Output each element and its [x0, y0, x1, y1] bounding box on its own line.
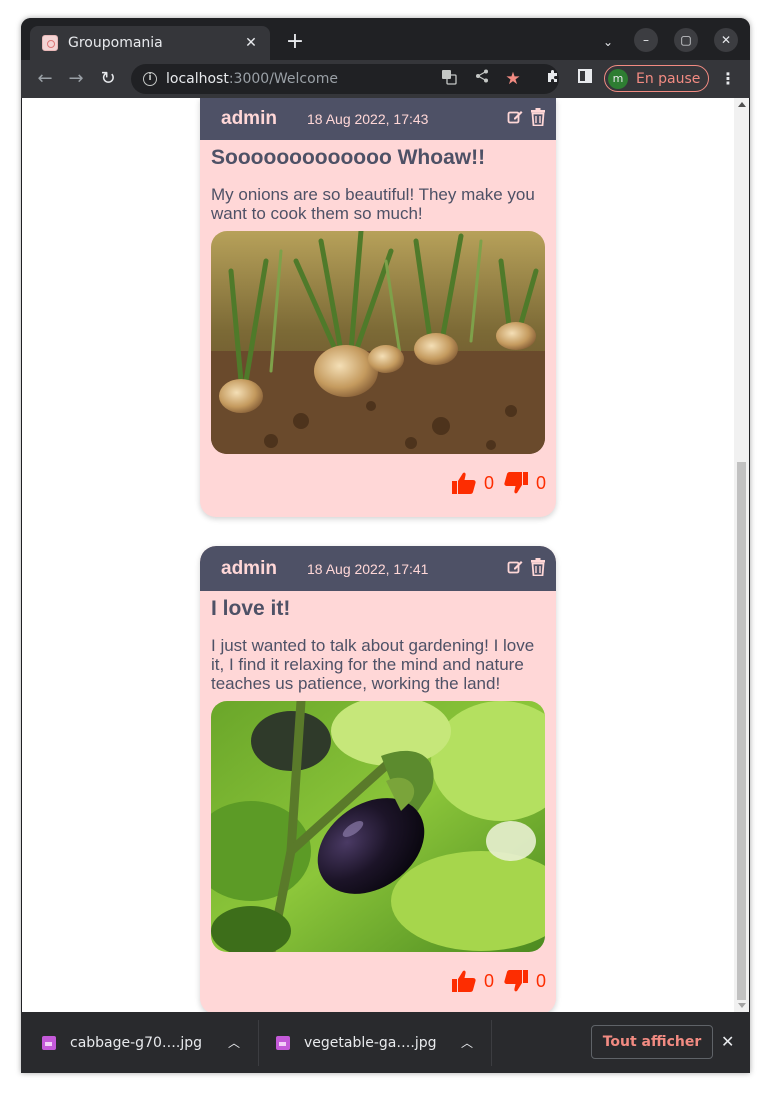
- post-body: My onions are so beautiful! They make yo…: [211, 185, 535, 223]
- back-button[interactable]: ←: [33, 67, 57, 91]
- bookmark-star-icon[interactable]: ★: [503, 69, 523, 89]
- like-button[interactable]: 0: [451, 472, 494, 494]
- url-path: :3000/Welcome: [228, 71, 338, 87]
- post-card: admin 18 Aug 2022, 17:43 Sooooooooooooo …: [200, 98, 556, 517]
- close-download-bar-icon[interactable]: ✕: [721, 1032, 734, 1051]
- post-author: admin: [221, 557, 277, 579]
- profile-status-label: En pause: [636, 70, 701, 87]
- chevron-up-icon[interactable]: ︿: [228, 1034, 240, 1051]
- like-count: 0: [483, 970, 494, 991]
- delete-icon[interactable]: [530, 108, 546, 130]
- thumbs-down-icon: [504, 472, 528, 494]
- download-item[interactable]: cabbage-g70….jpg: [42, 1012, 202, 1073]
- scrollbar-thumb[interactable]: [737, 462, 746, 1000]
- post-card: admin 18 Aug 2022, 17:41 I love it! I ju…: [200, 546, 556, 1012]
- dislike-button[interactable]: 0: [504, 970, 546, 992]
- download-item[interactable]: vegetable-ga….jpg: [276, 1012, 437, 1073]
- thumbs-up-icon: [451, 472, 476, 494]
- post-image: [211, 231, 545, 454]
- post-header: admin 18 Aug 2022, 17:41: [200, 546, 556, 591]
- post-title: I love it!: [211, 597, 291, 620]
- like-button[interactable]: 0: [451, 970, 494, 992]
- image-file-icon: [276, 1035, 290, 1050]
- scroll-up-arrow-icon[interactable]: [738, 102, 746, 107]
- chevron-up-icon[interactable]: ︿: [461, 1034, 473, 1051]
- extensions-puzzle-icon[interactable]: [543, 69, 563, 89]
- image-file-icon: [42, 1035, 56, 1050]
- browser-window: Groupomania ✕ + ⌄ – ▢ ✕ ← → ↻ i localhos…: [21, 18, 750, 1073]
- tab-strip: Groupomania ✕ + ⌄ – ▢ ✕: [21, 18, 750, 60]
- tab-title: Groupomania: [68, 35, 163, 51]
- browser-menu-icon[interactable]: ⋮: [718, 69, 738, 89]
- minimize-button[interactable]: –: [634, 28, 658, 52]
- delete-icon[interactable]: [530, 557, 546, 580]
- post-image: [211, 701, 545, 952]
- browser-toolbar: ← → ↻ i localhost:3000/Welcome ★ m En pa…: [21, 60, 750, 98]
- url-host: localhost: [166, 71, 229, 87]
- reload-button[interactable]: ↻: [96, 67, 120, 91]
- post-header: admin 18 Aug 2022, 17:43: [200, 98, 556, 140]
- scroll-down-arrow-icon[interactable]: [738, 1003, 746, 1008]
- edit-icon[interactable]: [507, 559, 523, 579]
- divider: [258, 1020, 259, 1066]
- new-tab-button[interactable]: +: [282, 30, 308, 56]
- share-icon[interactable]: [472, 69, 492, 89]
- tab-groupomania[interactable]: Groupomania ✕: [30, 26, 270, 60]
- translate-icon[interactable]: [439, 69, 459, 89]
- close-window-button[interactable]: ✕: [714, 28, 738, 52]
- profile-button[interactable]: m En pause: [604, 65, 709, 92]
- post-author: admin: [221, 108, 277, 129]
- post-title: Sooooooooooooo Whoaw!!: [211, 146, 486, 169]
- thumbs-down-icon: [504, 970, 528, 992]
- post-date: 18 Aug 2022, 17:43: [307, 111, 429, 127]
- dislike-button[interactable]: 0: [504, 472, 546, 494]
- address-bar[interactable]: i localhost:3000/Welcome ★: [131, 64, 559, 94]
- favicon-icon: [42, 35, 58, 51]
- post-footer: 0 0: [200, 952, 556, 996]
- download-bar: cabbage-g70….jpg ︿ vegetable-ga….jpg ︿ T…: [21, 1012, 750, 1073]
- post-body: I just wanted to talk about gardening! I…: [211, 636, 535, 693]
- forward-button[interactable]: →: [64, 67, 88, 91]
- post-date: 18 Aug 2022, 17:41: [307, 560, 429, 577]
- thumbs-up-icon: [451, 970, 476, 992]
- show-all-downloads-button[interactable]: Tout afficher: [591, 1025, 713, 1059]
- site-info-icon[interactable]: i: [143, 72, 157, 86]
- edit-icon[interactable]: [507, 109, 523, 129]
- page-viewport: admin 18 Aug 2022, 17:43 Sooooooooooooo …: [22, 98, 749, 1012]
- dislike-count: 0: [535, 970, 546, 991]
- side-panel-icon[interactable]: [575, 69, 595, 89]
- tab-close-icon[interactable]: ✕: [242, 35, 260, 51]
- like-count: 0: [483, 472, 494, 493]
- download-filename: cabbage-g70….jpg: [70, 1034, 202, 1051]
- divider: [491, 1020, 492, 1066]
- download-filename: vegetable-ga….jpg: [304, 1034, 437, 1051]
- tab-search-chevron-icon[interactable]: ⌄: [596, 30, 620, 54]
- maximize-button[interactable]: ▢: [674, 28, 698, 52]
- page-scrollbar[interactable]: [734, 98, 749, 1012]
- post-footer: 0 0: [200, 454, 556, 498]
- avatar: m: [608, 68, 628, 89]
- dislike-count: 0: [535, 472, 546, 493]
